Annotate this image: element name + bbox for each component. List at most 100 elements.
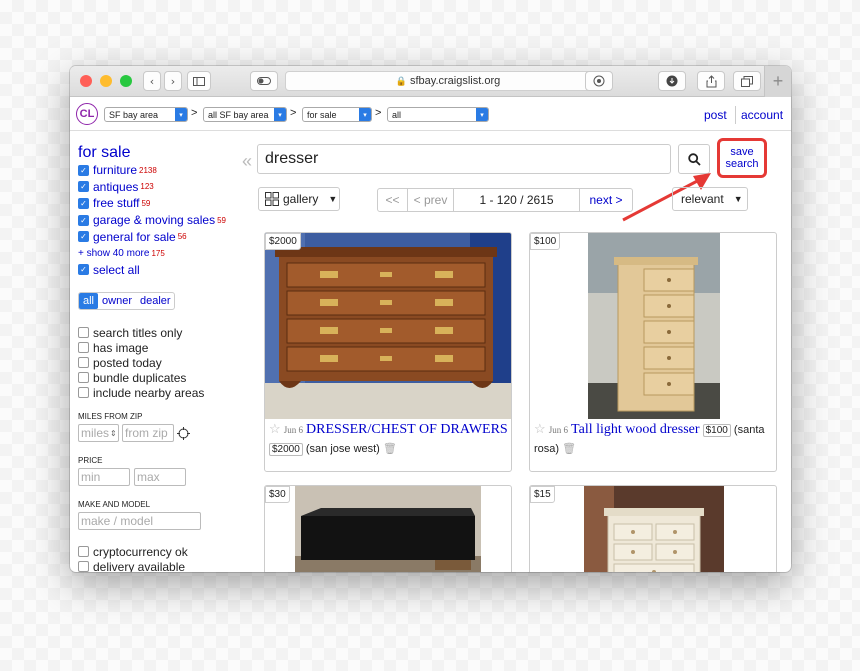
listing-image[interactable] <box>265 233 512 419</box>
seller-dealer-button[interactable]: dealer <box>136 293 175 309</box>
checkbox-unchecked-icon[interactable] <box>78 546 89 558</box>
view-mode-select[interactable]: gallery ▼ <box>258 187 340 211</box>
window-controls <box>80 75 132 87</box>
listing-image[interactable] <box>588 233 720 419</box>
new-tab-button[interactable]: + <box>764 66 791 97</box>
share-button[interactable] <box>697 71 725 91</box>
collapse-sidebar-icon[interactable]: « <box>242 151 252 172</box>
category-select-value: for sale <box>307 109 337 120</box>
option-checkbox-row[interactable]: bundle duplicates <box>78 370 243 385</box>
listing-card[interactable]: $15 <box>529 485 777 572</box>
option-checkbox-row[interactable]: posted today <box>78 355 243 370</box>
checkbox-unchecked-icon[interactable] <box>78 387 89 399</box>
select-all-row[interactable]: ✓ select all <box>78 262 243 279</box>
option-checkbox-row[interactable]: delivery available <box>78 559 243 572</box>
checkbox-checked-icon[interactable]: ✓ <box>78 214 89 226</box>
craigslist-logo[interactable]: CL <box>76 103 98 125</box>
back-button[interactable]: ‹ <box>143 71 161 91</box>
search-input[interactable]: dresser <box>257 144 671 174</box>
seller-owner-button[interactable]: owner <box>98 293 136 309</box>
category-label[interactable]: antiques <box>93 180 138 194</box>
hide-trash-icon[interactable]: 🗑 <box>383 443 397 455</box>
listing-location: (san jose west) <box>305 443 380 455</box>
category-label[interactable]: garage & moving sales <box>93 213 215 227</box>
option-label: bundle duplicates <box>93 370 187 385</box>
favorite-star-icon[interactable]: ☆ <box>534 421 546 436</box>
checkbox-unchecked-icon[interactable] <box>78 327 89 339</box>
pagination: << < prev 1 - 120 / 2615 next > <box>377 188 633 212</box>
category-item[interactable]: ✓ antiques 123 <box>78 179 243 196</box>
price-tag: $30 <box>265 486 290 503</box>
price-min-input[interactable]: min <box>78 468 130 487</box>
listing-info: ☆ Jun 6 Tall light wood dresser $100 (sa… <box>534 419 774 459</box>
checkbox-unchecked-icon[interactable] <box>78 357 89 369</box>
checkbox-unchecked-icon[interactable] <box>78 342 89 354</box>
category-label[interactable]: furniture <box>93 163 137 177</box>
stepper-icon[interactable]: ⇕ <box>110 429 117 438</box>
category-select[interactable]: for sale ▾ <box>302 107 372 122</box>
tabs-overview-button[interactable] <box>733 71 761 91</box>
listing-title-link[interactable]: DRESSER/CHEST OF DRAWERS <box>306 422 508 437</box>
address-bar[interactable]: 🔒 sfbay.craigslist.org ↻ <box>285 71 611 91</box>
subcategory-select[interactable]: all ▾ <box>387 107 489 122</box>
listing-title-link[interactable]: Tall light wood dresser <box>571 422 700 437</box>
option-label: search titles only <box>93 325 183 340</box>
listing-image[interactable] <box>295 486 481 572</box>
minimize-window-button[interactable] <box>100 75 112 87</box>
checkbox-checked-icon[interactable]: ✓ <box>78 264 89 276</box>
checkbox-checked-icon[interactable]: ✓ <box>78 197 89 209</box>
zip-input[interactable]: from zip <box>122 424 174 443</box>
account-link[interactable]: account <box>741 108 783 122</box>
sort-select[interactable]: relevant ▼ <box>672 187 748 211</box>
save-search-button[interactable]: save search <box>717 138 767 178</box>
option-checkbox-row[interactable]: cryptocurrency ok <box>78 544 243 559</box>
show-more-row[interactable]: + show 40 more 175 <box>78 245 243 262</box>
seller-all-button[interactable]: all <box>79 293 99 310</box>
listing-card[interactable]: $2000 ☆ Jun 6 DRESSER/CHEST OF DRAWERS $… <box>264 232 512 472</box>
downloads-button[interactable] <box>658 71 686 91</box>
category-item[interactable]: ✓ general for sale 56 <box>78 228 243 245</box>
select-all-link[interactable]: select all <box>93 263 140 277</box>
sidebar-toggle-button[interactable] <box>187 71 211 91</box>
first-page-button[interactable]: << <box>378 189 408 211</box>
checkbox-checked-icon[interactable]: ✓ <box>78 164 89 176</box>
plus-icon: + <box>772 71 784 91</box>
show-more-link[interactable]: + show 40 more <box>78 248 149 259</box>
category-label[interactable]: general for sale <box>93 230 176 244</box>
hide-trash-icon[interactable]: 🗑 <box>562 443 576 455</box>
next-page-button[interactable]: next > <box>580 189 632 211</box>
checkbox-unchecked-icon[interactable] <box>78 561 89 572</box>
password-button[interactable] <box>585 71 613 91</box>
checkbox-unchecked-icon[interactable] <box>78 372 89 384</box>
option-checkbox-row[interactable]: search titles only <box>78 325 243 340</box>
zoom-window-button[interactable] <box>120 75 132 87</box>
category-item[interactable]: ✓ furniture 2138 <box>78 162 243 179</box>
location-target-icon[interactable] <box>177 426 190 440</box>
url-text: sfbay.craigslist.org <box>409 75 501 87</box>
category-item[interactable]: ✓ garage & moving sales 59 <box>78 212 243 229</box>
region-select[interactable]: SF bay area ▾ <box>104 107 188 122</box>
section-title[interactable]: for sale <box>78 144 243 162</box>
forward-button[interactable]: › <box>164 71 182 91</box>
extra-options: cryptocurrency ok delivery available <box>78 544 243 572</box>
checkbox-checked-icon[interactable]: ✓ <box>78 181 89 193</box>
listing-card[interactable]: $30 <box>264 485 512 572</box>
listing-card[interactable]: $100 ☆ Jun 6 Tall light wood dresser $10… <box>529 232 777 472</box>
make-model-input[interactable]: make / model <box>78 512 201 531</box>
subarea-select[interactable]: all SF bay area ▾ <box>203 107 287 122</box>
price-max-input[interactable]: max <box>134 468 186 487</box>
option-checkbox-row[interactable]: has image <box>78 340 243 355</box>
breadcrumb-separator: > <box>191 107 198 119</box>
post-link[interactable]: post <box>704 108 727 122</box>
favorite-star-icon[interactable]: ☆ <box>269 421 281 436</box>
checkbox-checked-icon[interactable]: ✓ <box>78 231 89 243</box>
close-window-button[interactable] <box>80 75 92 87</box>
option-checkbox-row[interactable]: include nearby areas <box>78 385 243 400</box>
miles-input[interactable]: miles ⇕ <box>78 424 119 443</box>
category-label[interactable]: free stuff <box>93 196 139 210</box>
subcategory-select-value: all <box>392 109 402 120</box>
category-item[interactable]: ✓ free stuff 59 <box>78 195 243 212</box>
prev-page-button[interactable]: < prev <box>408 189 454 211</box>
reader-toggle-button[interactable] <box>250 71 278 91</box>
listing-image[interactable] <box>584 486 724 572</box>
